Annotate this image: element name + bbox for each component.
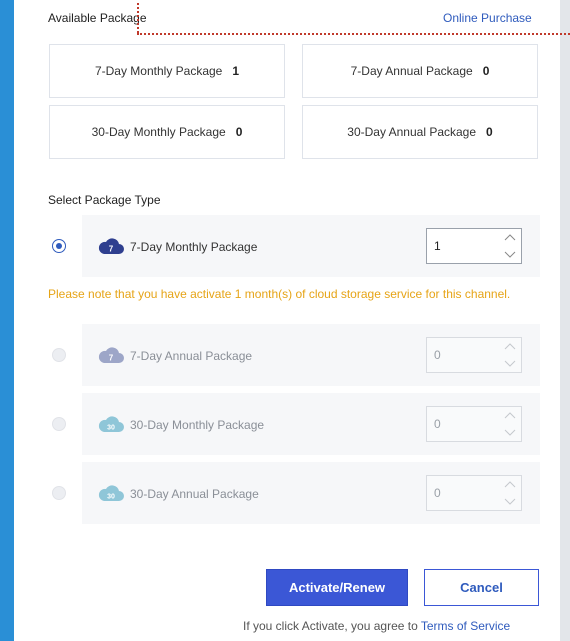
option-label: 30-Day Annual Package: [130, 487, 259, 501]
package-option-7day-annual[interactable]: 7 7-Day Annual Package 0: [82, 324, 540, 386]
package-option-30day-annual[interactable]: 30 30-Day Annual Package 0: [82, 462, 540, 524]
package-count: 0: [235, 125, 243, 139]
option-label: 7-Day Annual Package: [130, 349, 253, 363]
quantity-stepper-7day-monthly[interactable]: 1: [426, 228, 522, 264]
stepper-arrows-icon[interactable]: [499, 338, 521, 372]
quantity-stepper-30day-monthly[interactable]: 0: [426, 406, 522, 442]
available-package-title: Available Package: [48, 11, 147, 25]
stepper-value: 0: [434, 486, 441, 500]
select-package-type-title: Select Package Type: [48, 193, 161, 207]
online-purchase-link[interactable]: Online Purchase: [443, 11, 532, 25]
stepper-value: 0: [434, 348, 441, 362]
stepper-value: 1: [434, 239, 441, 253]
cloud-30-icon: 30: [98, 485, 124, 501]
package-count: 1: [232, 64, 240, 78]
option-label: 7-Day Monthly Package: [130, 240, 258, 254]
available-package-7day-monthly: 7-Day Monthly Package 1: [49, 44, 285, 98]
available-package-30day-annual: 30-Day Annual Package 0: [302, 105, 538, 159]
package-label: 30-Day Annual Package: [347, 125, 477, 139]
cloud-icon-text: 7: [109, 354, 114, 363]
window-right-border: [560, 0, 570, 641]
terms-notice-text: If you click Activate, you agree to: [243, 619, 421, 633]
cloud-7-icon: 7: [98, 238, 124, 254]
annotation-dotted-line-horizontal: [137, 33, 570, 35]
cloud-7-icon: 7: [98, 347, 124, 363]
package-count: 0: [482, 64, 490, 78]
package-option-30day-monthly[interactable]: 30 30-Day Monthly Package 0: [82, 393, 540, 455]
stepper-arrows-icon[interactable]: [499, 476, 521, 510]
cloud-30-icon: 30: [98, 416, 124, 432]
terms-notice: If you click Activate, you agree to Term…: [243, 619, 510, 633]
available-package-30day-monthly: 30-Day Monthly Package 0: [49, 105, 285, 159]
terms-of-service-link[interactable]: Terms of Service: [421, 619, 510, 633]
stepper-arrows-icon[interactable]: [499, 229, 521, 263]
annotation-dotted-line-vertical: [137, 3, 139, 33]
quantity-stepper-30day-annual[interactable]: 0: [426, 475, 522, 511]
cloud-icon-text: 7: [109, 245, 114, 254]
stepper-value: 0: [434, 417, 441, 431]
package-count: 0: [486, 125, 493, 139]
package-label: 30-Day Monthly Package: [91, 125, 226, 139]
quantity-stepper-7day-annual[interactable]: 0: [426, 337, 522, 373]
cancel-button[interactable]: Cancel: [424, 569, 539, 606]
package-option-7day-monthly[interactable]: 7 7-Day Monthly Package 1: [82, 215, 540, 277]
cloud-icon-text: 30: [107, 425, 115, 432]
radio-30day-monthly[interactable]: [52, 417, 66, 431]
available-package-7day-annual: 7-Day Annual Package 0: [302, 44, 538, 98]
activate-renew-button[interactable]: Activate/Renew: [266, 569, 408, 606]
radio-30day-annual[interactable]: [52, 486, 66, 500]
radio-7day-annual[interactable]: [52, 348, 66, 362]
stepper-arrows-icon[interactable]: [499, 407, 521, 441]
option-label: 30-Day Monthly Package: [130, 418, 265, 432]
cloud-icon-text: 30: [107, 494, 115, 501]
window-left-border: [0, 0, 14, 641]
radio-7day-monthly[interactable]: [52, 239, 66, 253]
package-label: 7-Day Annual Package: [350, 64, 473, 78]
package-label: 7-Day Monthly Package: [94, 64, 223, 78]
activation-notice: Please note that you have activate 1 mon…: [48, 287, 511, 301]
